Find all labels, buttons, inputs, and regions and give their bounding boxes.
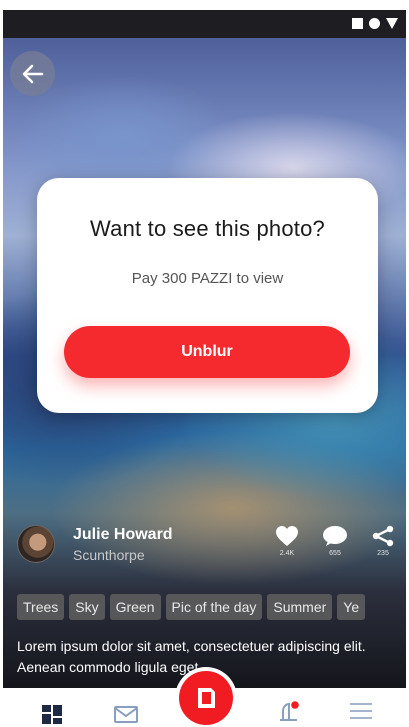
battery-icon <box>386 18 398 29</box>
tag-chip[interactable]: Green <box>109 594 161 620</box>
tag-chip[interactable]: Summer <box>267 594 333 620</box>
notification-icon <box>280 701 299 721</box>
share-button[interactable]: 235 <box>370 525 396 557</box>
avatar[interactable] <box>17 525 55 563</box>
signal-icon <box>352 18 363 29</box>
tag-chip[interactable]: Trees <box>17 594 65 620</box>
unblur-button[interactable]: Unblur <box>64 326 350 378</box>
author-row[interactable]: Julie Howard Scunthorpe <box>17 525 173 563</box>
share-icon <box>372 525 394 547</box>
comment-count: 655 <box>329 550 341 557</box>
heart-icon <box>276 526 298 546</box>
tag-chip[interactable]: Ye <box>337 594 366 620</box>
comment-icon <box>323 526 347 546</box>
nav-messages[interactable] <box>113 704 139 727</box>
share-count: 235 <box>377 550 389 557</box>
nav-menu[interactable] <box>349 702 373 725</box>
nav-notifications[interactable] <box>277 700 303 727</box>
comment-button[interactable]: 655 <box>322 525 348 557</box>
author-location: Scunthorpe <box>73 546 145 563</box>
tag-list: Trees Sky Green Pic of the day Summer Ye <box>17 594 366 620</box>
status-bar <box>3 10 406 38</box>
mail-icon <box>114 706 138 723</box>
wifi-icon <box>369 18 380 29</box>
unlock-modal: Want to see this photo? Pay 300 PAZZI to… <box>37 178 378 413</box>
like-count: 2.4K <box>279 550 295 557</box>
modal-subtitle: Pay 300 PAZZI to view <box>131 270 284 287</box>
tag-chip[interactable]: Pic of the day <box>165 594 263 620</box>
author-name[interactable]: Julie Howard <box>73 526 173 544</box>
record-icon <box>198 688 215 708</box>
menu-icon <box>350 703 372 719</box>
arrow-left-icon <box>22 64 43 83</box>
dashboard-icon <box>42 705 62 724</box>
like-button[interactable]: 2.4K <box>274 525 300 557</box>
record-button[interactable] <box>175 667 237 727</box>
tag-chip[interactable]: Sky <box>69 594 105 620</box>
app-screen: Want to see this photo? Pay 300 PAZZI to… <box>3 10 406 727</box>
nav-dashboard[interactable] <box>41 704 63 727</box>
back-button[interactable] <box>10 51 55 96</box>
post-actions: 2.4K 655 235 <box>274 525 396 557</box>
modal-title: Want to see this photo? <box>90 216 325 241</box>
